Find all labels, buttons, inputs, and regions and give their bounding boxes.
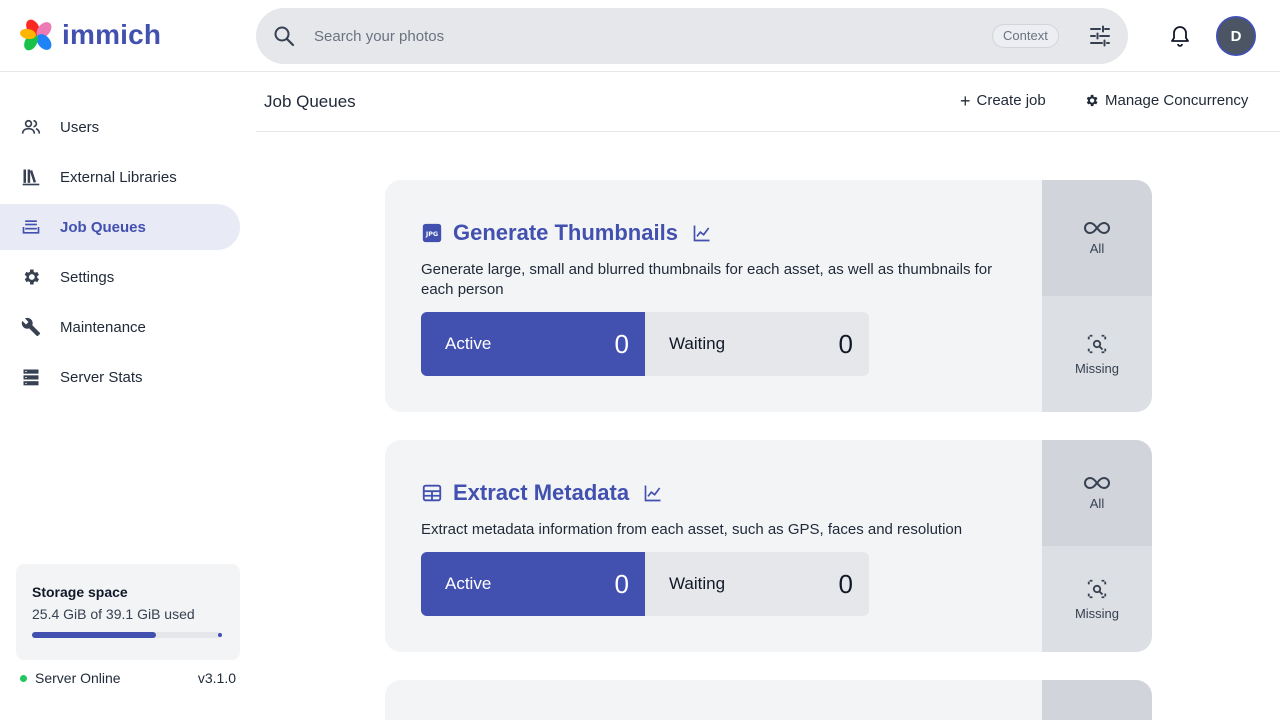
- gear-icon: [1086, 94, 1098, 107]
- storage-title: Storage space: [32, 584, 128, 600]
- active-counter: Active 0: [421, 552, 645, 616]
- user-avatar[interactable]: D: [1216, 16, 1256, 56]
- waiting-label: Waiting: [669, 574, 726, 593]
- wrench-icon: [20, 316, 42, 338]
- waiting-counter: Waiting 0: [645, 552, 869, 616]
- storage-panel: Storage space 25.4 GiB of 39.1 GiB used: [16, 564, 240, 660]
- svg-text:JPG: JPG: [425, 230, 438, 238]
- create-job-label: Create job: [976, 92, 1046, 109]
- job-description: Extract metadata information from each a…: [421, 521, 963, 538]
- job-actions: All Missing: [1042, 440, 1152, 652]
- sidebar-item-server-stats[interactable]: Server Stats: [0, 354, 240, 400]
- active-count: 0: [614, 568, 629, 599]
- run-all-label: All: [1089, 495, 1105, 511]
- run-missing-label: Missing: [1074, 360, 1120, 376]
- active-label: Active: [445, 334, 492, 353]
- app-root: immich Context D: [0, 0, 1280, 720]
- run-missing-label: Missing: [1074, 605, 1120, 621]
- chart-line-icon[interactable]: [692, 223, 712, 243]
- plus-icon: +: [960, 90, 971, 111]
- logo-text: immich: [62, 19, 162, 50]
- search-icon[interactable]: [272, 24, 296, 48]
- job-card-extract-metadata: Extract Metadata Extract metadata inform…: [385, 440, 1152, 652]
- logo[interactable]: immich: [20, 18, 161, 52]
- storage-progress-end-dot: [218, 633, 222, 637]
- page-header: Job Queues + Create job Manage Concurren…: [256, 72, 1280, 132]
- notifications-bell-icon[interactable]: [1168, 24, 1192, 48]
- waiting-count: 0: [838, 328, 853, 359]
- sidebar-item-maintenance[interactable]: Maintenance: [0, 304, 240, 350]
- job-actions: All Missing: [1042, 180, 1152, 412]
- job-card-partial: [385, 680, 1152, 720]
- job-title: Extract Metadata: [453, 480, 630, 505]
- search-missing-icon: [1087, 334, 1107, 353]
- run-all-button[interactable]: All: [1042, 440, 1152, 546]
- chart-line-icon[interactable]: [643, 483, 663, 503]
- run-all-button[interactable]: [1042, 680, 1152, 720]
- queue-icon: [20, 216, 42, 238]
- storage-progress-bar: [32, 632, 222, 638]
- job-card-header: JPG Generate Thumbnails Generate large, …: [421, 220, 1001, 300]
- jpg-file-icon: JPG: [422, 223, 442, 243]
- page-title: Job Queues: [264, 92, 356, 111]
- run-missing-button[interactable]: Missing: [1042, 296, 1152, 412]
- sidebar-item-external-libraries[interactable]: External Libraries: [0, 154, 240, 200]
- server-status: Server Online v3.1.0: [20, 670, 236, 686]
- server-version[interactable]: v3.1.0: [198, 670, 236, 686]
- sidebar-item-label: Job Queues: [60, 218, 146, 236]
- waiting-counter: Waiting 0: [645, 312, 869, 376]
- online-indicator: [20, 674, 27, 682]
- table-icon: [422, 484, 442, 502]
- run-all-label: All: [1089, 240, 1105, 256]
- job-actions: [1042, 680, 1152, 720]
- library-icon: [20, 166, 42, 188]
- sidebar-item-label: Users: [60, 118, 100, 136]
- sidebar-item-label: Maintenance: [60, 318, 146, 336]
- job-counters: Active 0 Waiting 0: [421, 552, 869, 616]
- gear-icon: [20, 266, 42, 288]
- manage-concurrency-button[interactable]: Manage Concurrency: [1084, 92, 1248, 109]
- job-card-header: Extract Metadata Extract metadata inform…: [421, 480, 1001, 540]
- storage-progress-fill: [32, 632, 156, 638]
- search-input[interactable]: [314, 8, 1034, 64]
- immich-logo-icon: [20, 19, 52, 51]
- sidebar-item-users[interactable]: Users: [0, 104, 240, 150]
- run-all-button[interactable]: All: [1042, 180, 1152, 296]
- sidebar-item-settings[interactable]: Settings: [0, 254, 240, 300]
- search-missing-icon: [1087, 579, 1107, 598]
- sidebar-item-label: Server Stats: [60, 368, 143, 386]
- storage-used: 25.4 GiB of 39.1 GiB used: [32, 606, 195, 622]
- server-icon: [20, 366, 42, 388]
- infinity-icon: [1084, 476, 1110, 489]
- sidebar-item-job-queues[interactable]: Job Queues: [0, 204, 240, 250]
- active-count: 0: [614, 328, 629, 359]
- users-icon: [20, 116, 42, 138]
- active-counter: Active 0: [421, 312, 645, 376]
- run-missing-button[interactable]: Missing: [1042, 546, 1152, 652]
- sidebar-item-label: External Libraries: [60, 168, 177, 186]
- waiting-count: 0: [838, 568, 853, 599]
- context-toggle[interactable]: Context: [992, 24, 1059, 48]
- infinity-icon: [1084, 221, 1110, 234]
- active-label: Active: [445, 574, 492, 593]
- search-bar[interactable]: Context: [256, 8, 1128, 64]
- top-bar: immich Context D: [0, 0, 1280, 72]
- sidebar-item-label: Settings: [60, 268, 115, 286]
- manage-concurrency-label: Manage Concurrency: [1105, 92, 1249, 109]
- server-status-text: Server Online: [35, 670, 121, 686]
- search-options-icon[interactable]: [1088, 24, 1112, 48]
- job-counters: Active 0 Waiting 0: [421, 312, 869, 376]
- create-job-button[interactable]: + Create job: [960, 90, 1046, 111]
- waiting-label: Waiting: [669, 334, 726, 353]
- job-card-generate-thumbnails: JPG Generate Thumbnails Generate large, …: [385, 180, 1152, 412]
- job-description: Generate large, small and blurred thumbn…: [421, 261, 993, 298]
- job-title: Generate Thumbnails: [453, 220, 678, 245]
- sidebar: Users External Libraries Job Queues Sett…: [0, 72, 256, 720]
